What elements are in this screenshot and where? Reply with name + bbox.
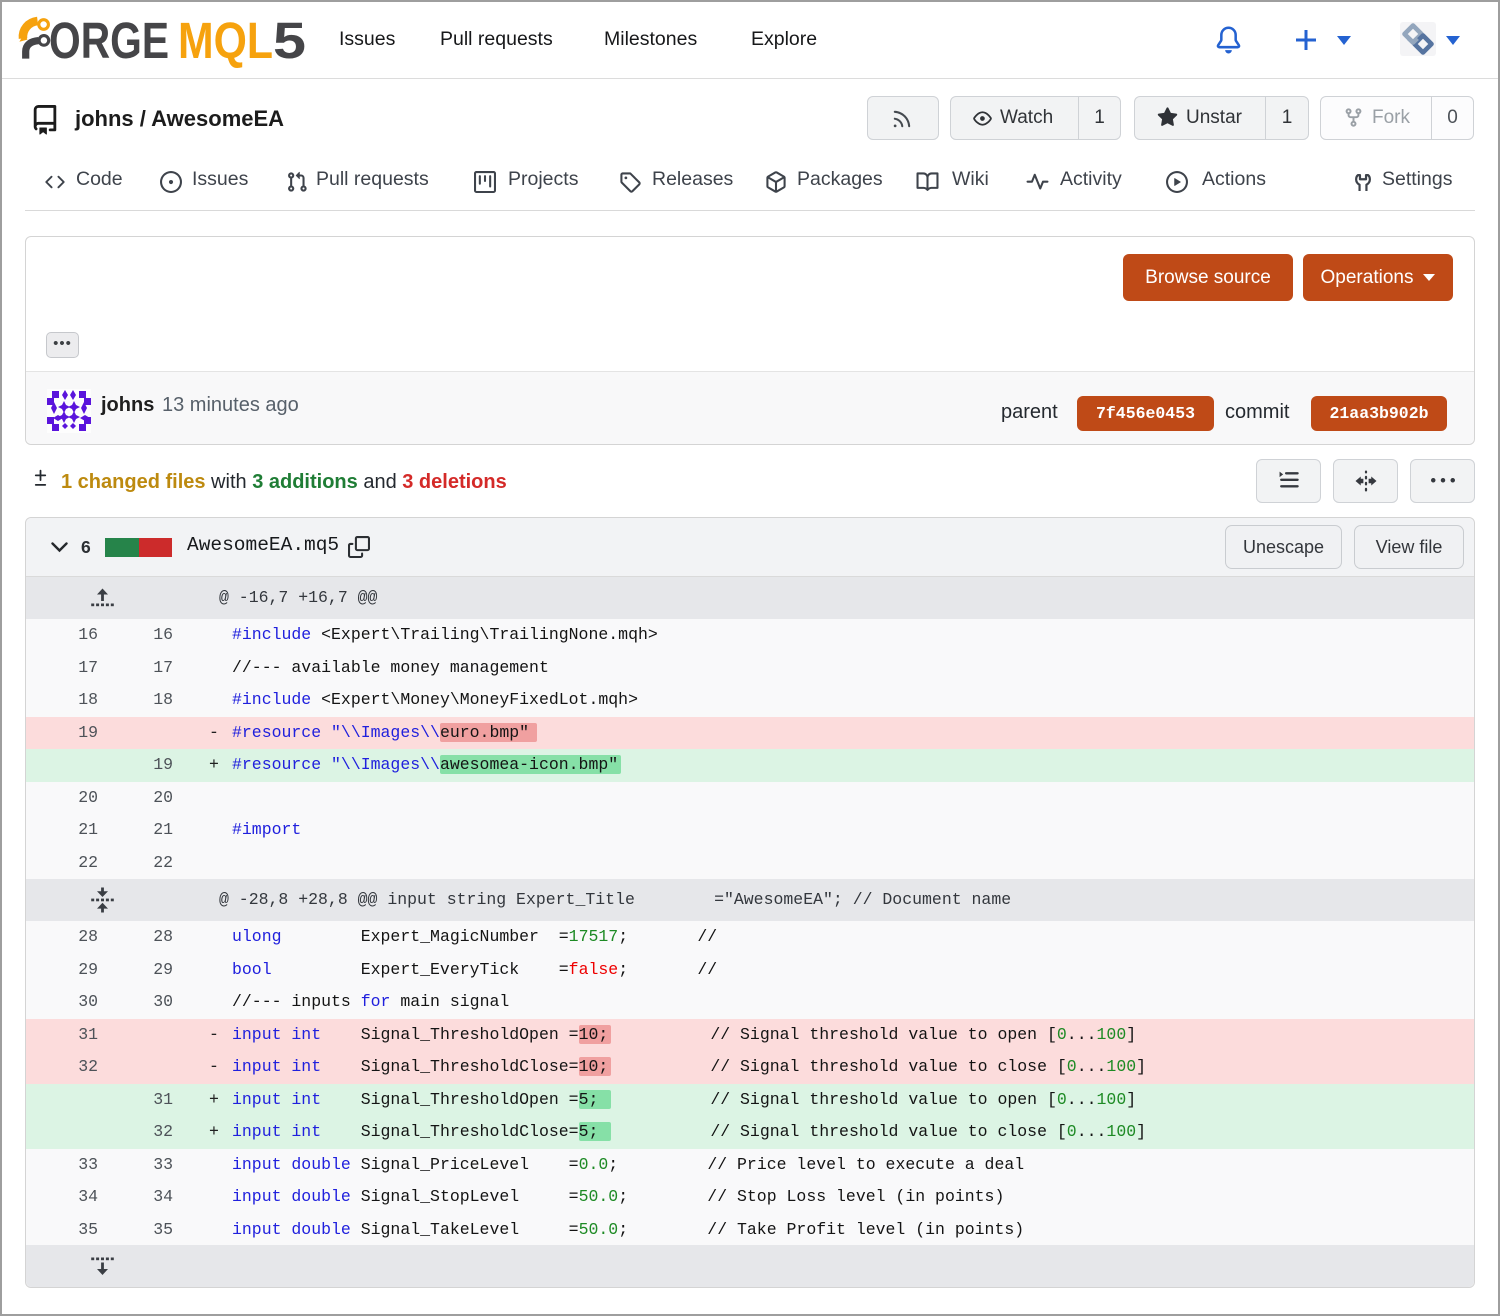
svg-text:MQL: MQL: [178, 12, 273, 69]
svg-text:5: 5: [273, 12, 306, 69]
svg-text:ORGE: ORGE: [49, 12, 169, 69]
